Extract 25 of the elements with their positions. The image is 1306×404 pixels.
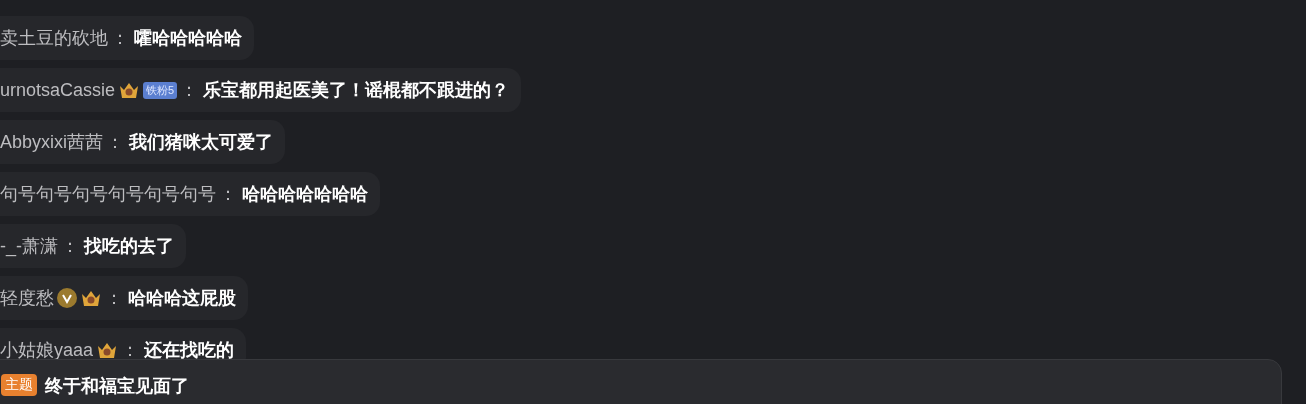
- message-text: 哈哈哈哈哈哈哈: [242, 183, 368, 206]
- name-separator: ：: [105, 287, 123, 310]
- message-text: 找吃的去了: [84, 235, 174, 258]
- name-separator: ：: [61, 235, 79, 258]
- verified-icon: [57, 288, 77, 308]
- message-text: 我们猪咪太可爱了: [129, 131, 274, 154]
- name-separator: ：: [219, 183, 237, 206]
- topic-text: 终于和福宝见面了: [45, 375, 189, 398]
- name-separator: ：: [180, 79, 199, 102]
- user-name: urnotsaCassie: [0, 79, 116, 101]
- fan-level-badge: 铁粉5: [143, 81, 178, 99]
- user-name: 卖土豆的砍地: [0, 27, 108, 50]
- name-separator: ：: [106, 131, 125, 154]
- message-text: 嚯哈哈哈哈哈: [134, 27, 242, 50]
- message-text: 还在找吃的: [144, 339, 235, 362]
- name-separator: ：: [111, 27, 129, 50]
- user-name: 小姑娘yaaa: [0, 339, 94, 362]
- name-separator: ：: [121, 339, 140, 362]
- user-name: Abbyxixi茜茜: [0, 131, 104, 154]
- message-text: 哈哈哈这屁股: [128, 287, 236, 310]
- message-text: 乐宝都用起医美了！谣棍都不跟进的？: [203, 79, 510, 102]
- user-name: 轻度愁: [0, 287, 54, 310]
- user-name: -_-萧潇: [0, 235, 58, 258]
- user-name: 句号句号句号句号句号句号: [0, 183, 216, 206]
- topic-tag: 主题: [1, 374, 37, 396]
